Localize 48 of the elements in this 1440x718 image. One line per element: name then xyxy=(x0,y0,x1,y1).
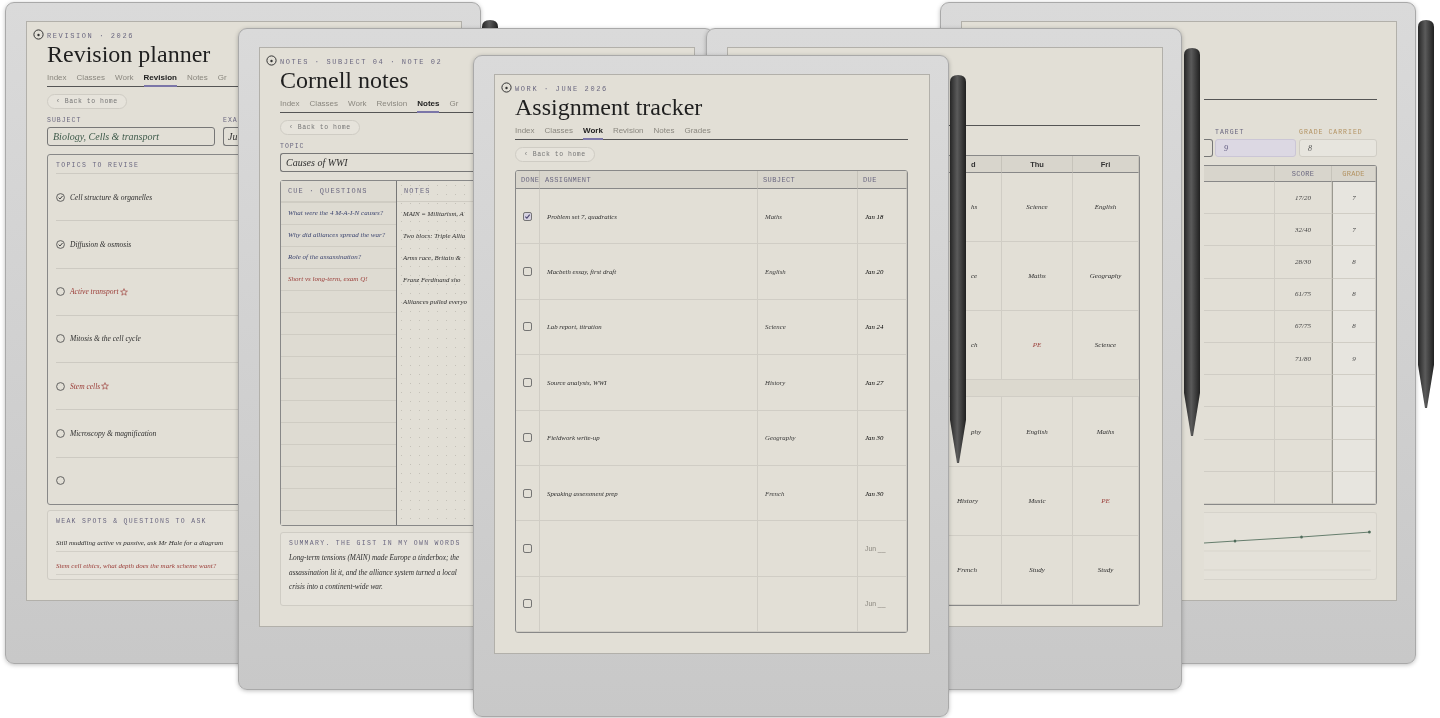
checkbox[interactable] xyxy=(523,488,532,498)
nav-tab[interactable]: Classes xyxy=(309,99,339,113)
nav-tab[interactable]: Revision xyxy=(376,99,408,113)
page-title: Revision planner xyxy=(47,41,211,68)
nav-tab[interactable]: Index xyxy=(47,73,67,87)
checkbox[interactable] xyxy=(523,377,532,387)
checkbox[interactable] xyxy=(56,239,65,249)
checkbox[interactable] xyxy=(56,334,65,344)
nav-tab[interactable]: Notes xyxy=(186,73,208,87)
checkbox[interactable] xyxy=(523,543,532,553)
nav-tab[interactable]: Revision xyxy=(143,73,177,87)
input-field[interactable]: Biology, Cells & transport xyxy=(47,127,215,146)
empty-cell xyxy=(1332,439,1376,472)
nav-tab[interactable]: Notes xyxy=(653,126,675,140)
nav-tab[interactable]: Grades xyxy=(684,126,711,140)
empty-cell xyxy=(1204,471,1275,504)
checkbox[interactable] xyxy=(56,287,65,297)
nav-tab[interactable]: Notes xyxy=(417,99,440,113)
nav-tab[interactable]: Index xyxy=(280,99,300,113)
checkbox[interactable] xyxy=(523,322,532,332)
checkbox[interactable] xyxy=(56,476,65,486)
nav-tab[interactable]: Gr xyxy=(217,73,227,87)
input-field[interactable]: 8 xyxy=(1299,139,1377,157)
input-field[interactable] xyxy=(1204,139,1213,157)
empty-cell xyxy=(1332,471,1376,504)
input-field[interactable]: 9 xyxy=(1215,139,1296,157)
checkbox[interactable] xyxy=(56,192,65,202)
nav-tab[interactable]: Classes xyxy=(76,73,106,87)
checkbox[interactable] xyxy=(523,267,532,277)
checkbox[interactable] xyxy=(523,433,532,443)
checkbox[interactable] xyxy=(56,429,65,439)
checkbox[interactable] xyxy=(523,211,532,221)
nav-tab[interactable]: Work xyxy=(348,99,367,113)
nav-tab[interactable]: Index xyxy=(515,126,535,140)
nav-tab[interactable]: Work xyxy=(115,73,134,87)
checkbox[interactable] xyxy=(523,599,532,609)
page-title: Assignment tracker xyxy=(515,94,703,121)
circle-dot-icon[interactable] xyxy=(501,82,512,93)
page-title: Cornell notes xyxy=(280,67,409,94)
circle-dot-icon[interactable] xyxy=(33,29,44,40)
nav-tab[interactable]: Classes xyxy=(544,126,574,140)
nav-tab[interactable]: Revision xyxy=(612,126,644,140)
checkbox[interactable] xyxy=(56,381,65,391)
nav-tab[interactable]: Work xyxy=(583,126,603,140)
input-field[interactable]: Causes of WWI xyxy=(280,153,476,172)
nav-tab[interactable]: Gr xyxy=(449,99,459,113)
circle-dot-icon[interactable] xyxy=(266,55,277,66)
empty-cell xyxy=(1332,407,1376,440)
